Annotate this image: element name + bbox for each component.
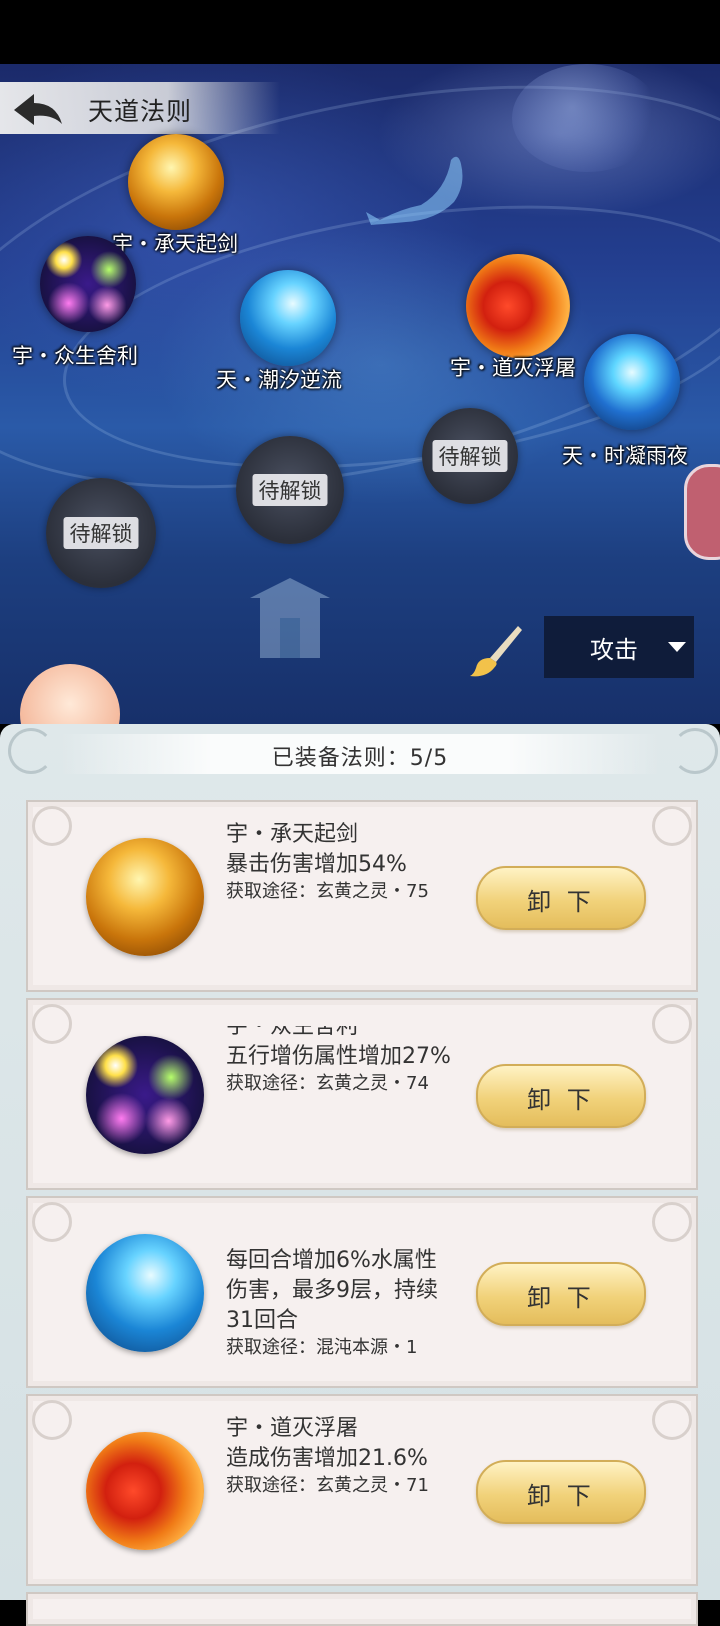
map-node-zhongsheng[interactable] [40,236,136,332]
locked-node[interactable]: 待解锁 [236,436,344,544]
corner-ornament-icon [32,1400,72,1440]
corner-ornament-icon [652,1202,692,1242]
rule-effect: 造成伤害增加21.6% [226,1446,428,1471]
unequip-button[interactable]: 卸 下 [476,866,646,930]
star-map: 天道法则 宇・承天起剑 宇・众生舍利 天・潮汐逆流 宇・道灭浮屠 天・时凝雨夜 … [0,64,720,724]
locked-node[interactable]: 待解锁 [422,408,518,504]
unequip-button[interactable]: 卸 下 [476,1460,646,1524]
sword-orb-icon [128,134,224,230]
locked-label: 待解锁 [63,517,139,549]
map-node-chengtian[interactable] [128,134,224,230]
rule-name: 宇・众生舍利 [226,1026,359,1039]
corner-ornament-icon [32,806,72,846]
corner-ornament-icon [32,1004,72,1044]
filter-label: 攻击 [590,636,638,664]
rain-orb-icon [584,334,680,430]
map-node-label: 宇・道灭浮屠 [450,356,576,380]
spirit-orb-icon [40,236,136,332]
map-node-chaoxi[interactable] [240,270,336,366]
rule-effect: 每回合增加6%水属性伤害，最多9层，持续31回合 [226,1248,438,1333]
spirit-orb-icon [86,1036,204,1154]
filter-dropdown[interactable]: 攻击 [544,616,694,678]
card-text: 每回合增加6%水属性伤害，最多9层，持续31回合 获取途径：混沌本源・1 [226,1246,456,1396]
unequip-button[interactable]: 卸 下 [476,1262,646,1326]
side-tab[interactable] [684,464,720,560]
equipped-panel: 已装备法则：5/5 宇・承天起剑 暴击伤害增加54% 获取途径：玄黄之灵・75 … [0,724,720,1626]
corner-ornament-icon [652,1004,692,1044]
card-text: 宇・承天起剑 暴击伤害增加54% 获取途径：玄黄之灵・75 [226,820,456,970]
unequip-label: 卸 下 [527,1284,595,1312]
fire-orb-icon [466,254,570,358]
rule-name: 宇・道灭浮屠 [226,1416,359,1441]
rule-source: 获取途径：玄黄之灵・74 [226,1073,429,1094]
locked-node[interactable]: 待解锁 [46,478,156,588]
locked-label: 待解锁 [432,440,508,472]
map-node-shining[interactable] [584,334,680,430]
unequip-label: 卸 下 [527,888,595,916]
panel-header: 已装备法则：5/5 [60,734,660,774]
map-node-label: 宇・众生舍利 [12,344,138,368]
equipped-card: 宇・承天起剑 暴击伤害增加54% 获取途径：玄黄之灵・75 卸 下 [26,800,698,992]
sword-orb-icon [86,838,204,956]
planet-decoration [512,64,662,172]
status-bar [0,0,720,64]
map-node-label: 宇・承天起剑 [112,232,238,256]
corner-ornament-icon [32,1202,72,1242]
equipped-card [26,1592,698,1626]
header-bar: 天道法则 [0,82,280,134]
unequip-label: 卸 下 [527,1482,595,1510]
unequip-button[interactable]: 卸 下 [476,1064,646,1128]
brush-icon[interactable] [468,622,524,678]
rule-effect: 五行增伤属性增加27% [226,1044,451,1069]
rule-source: 获取途径：玄黄之灵・71 [226,1475,429,1496]
equipped-card: 宇・道灭浮屠 造成伤害增加21.6% 获取途径：玄黄之灵・71 卸 下 [26,1394,698,1586]
whale-icon [366,156,463,225]
tide-orb-icon [240,270,336,366]
equipped-count: 已装备法则：5/5 [271,746,449,771]
rule-source: 获取途径：混沌本源・1 [226,1337,418,1358]
cloud-ornament-icon [8,728,54,774]
map-node-label: 天・潮汐逆流 [216,368,342,392]
card-text: 宇・众生舍利 五行增伤属性增加27% 获取途径：玄黄之灵・74 [226,1026,456,1176]
locked-label: 待解锁 [252,474,328,506]
planet-decoration [20,664,120,724]
map-node-daomie[interactable] [466,254,570,358]
temple-icon [250,578,330,658]
page-title: 天道法则 [88,97,193,126]
equipped-card: 宇・众生舍利 五行增伤属性增加27% 获取途径：玄黄之灵・74 卸 下 [26,998,698,1190]
rule-effect: 暴击伤害增加54% [226,852,407,877]
corner-ornament-icon [652,806,692,846]
back-arrow-icon[interactable] [10,90,66,128]
caret-down-icon [668,642,686,652]
unequip-label: 卸 下 [527,1086,595,1114]
tide-orb-icon [86,1234,204,1352]
card-text: 宇・道灭浮屠 造成伤害增加21.6% 获取途径：玄黄之灵・71 [226,1414,456,1564]
map-node-label: 天・时凝雨夜 [562,444,688,468]
fire-orb-icon [86,1432,204,1550]
cloud-ornament-icon [672,728,718,774]
rule-source: 获取途径：玄黄之灵・75 [226,881,429,902]
rule-name: 宇・承天起剑 [226,822,359,847]
equipped-card: 每回合增加6%水属性伤害，最多9层，持续31回合 获取途径：混沌本源・1 卸 下 [26,1196,698,1388]
corner-ornament-icon [652,1400,692,1440]
